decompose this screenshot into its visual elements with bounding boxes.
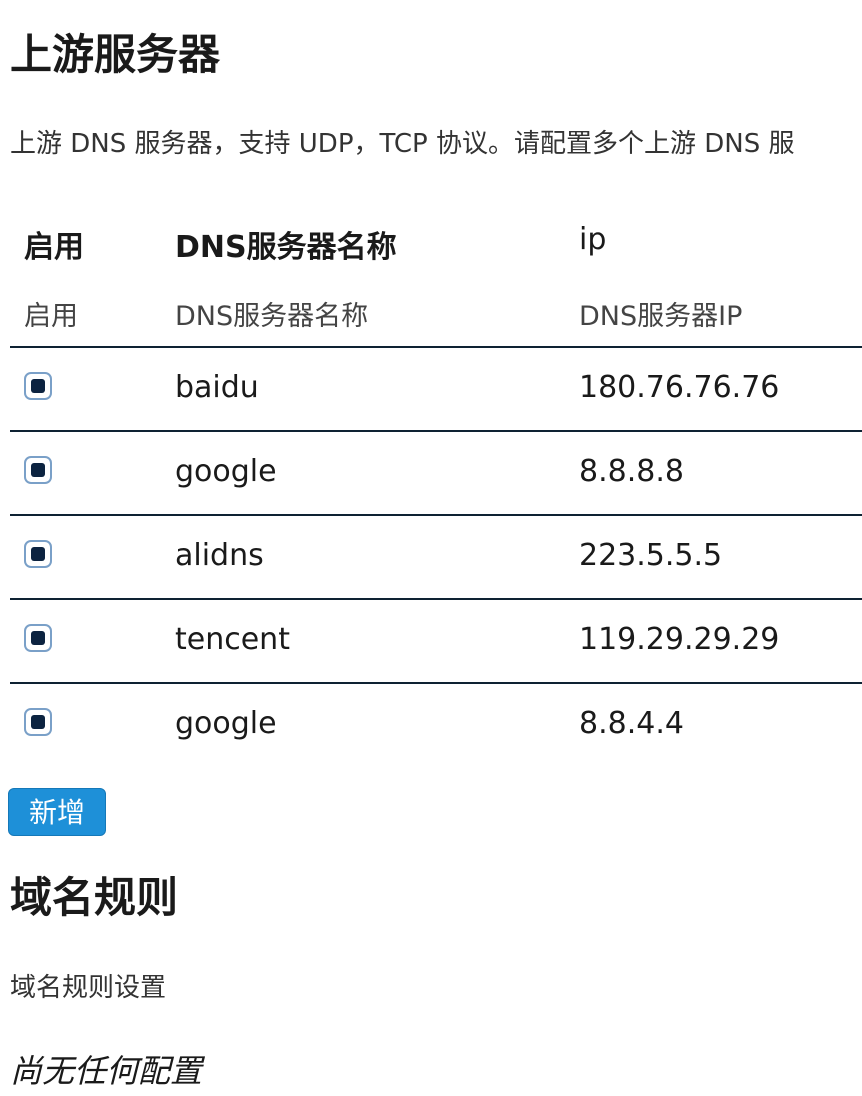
table-header-row: 启用 DNS服务器名称 ip [10, 212, 862, 268]
enabled-checkbox[interactable] [24, 540, 52, 568]
server-ip-cell: 8.8.4.4 [579, 706, 684, 741]
table-row: baidu 180.76.76.76 [10, 348, 862, 432]
server-ip-cell: 119.29.29.29 [579, 622, 780, 657]
upstream-servers-table: 启用 DNS服务器名称 ip 启用 DNS服务器名称 DNS服务器IP baid… [10, 212, 862, 766]
header-enabled: 启用 [24, 230, 84, 265]
enabled-checkbox[interactable] [24, 456, 52, 484]
domain-rules-section-title: 域名规则 [10, 873, 179, 922]
header-server-name: DNS服务器名称 [175, 230, 397, 265]
description-server-name: DNS服务器名称 [175, 301, 369, 332]
server-name-cell: baidu [175, 370, 259, 405]
add-server-button[interactable]: 新增 [8, 788, 106, 836]
server-name-cell: alidns [175, 538, 264, 573]
page: 上游服务器 上游 DNS 服务器，支持 UDP，TCP 协议。请配置多个上游 D… [0, 0, 862, 1096]
description-ip: DNS服务器IP [579, 301, 743, 332]
table-description-row: 启用 DNS服务器名称 DNS服务器IP [10, 268, 862, 348]
enabled-checkbox[interactable] [24, 708, 52, 736]
server-name-cell: google [175, 706, 277, 741]
table-row: alidns 223.5.5.5 [10, 516, 862, 600]
table-row: tencent 119.29.29.29 [10, 600, 862, 684]
server-ip-cell: 223.5.5.5 [579, 538, 723, 573]
description-enabled: 启用 [24, 301, 78, 332]
enabled-checkbox[interactable] [24, 372, 52, 400]
server-name-cell: tencent [175, 622, 290, 657]
table-row: google 8.8.8.8 [10, 432, 862, 516]
empty-config-note: 尚无任何配置 [10, 1052, 203, 1090]
server-ip-cell: 8.8.8.8 [579, 454, 684, 489]
table-row: google 8.8.4.4 [10, 684, 862, 766]
server-name-cell: google [175, 454, 277, 489]
upstream-section-title: 上游服务器 [10, 30, 221, 79]
header-ip: ip [579, 222, 607, 257]
domain-rules-description: 域名规则设置 [10, 973, 167, 1003]
enabled-checkbox[interactable] [24, 624, 52, 652]
server-ip-cell: 180.76.76.76 [579, 370, 780, 405]
upstream-section-description: 上游 DNS 服务器，支持 UDP，TCP 协议。请配置多个上游 DNS 服 [10, 129, 795, 159]
